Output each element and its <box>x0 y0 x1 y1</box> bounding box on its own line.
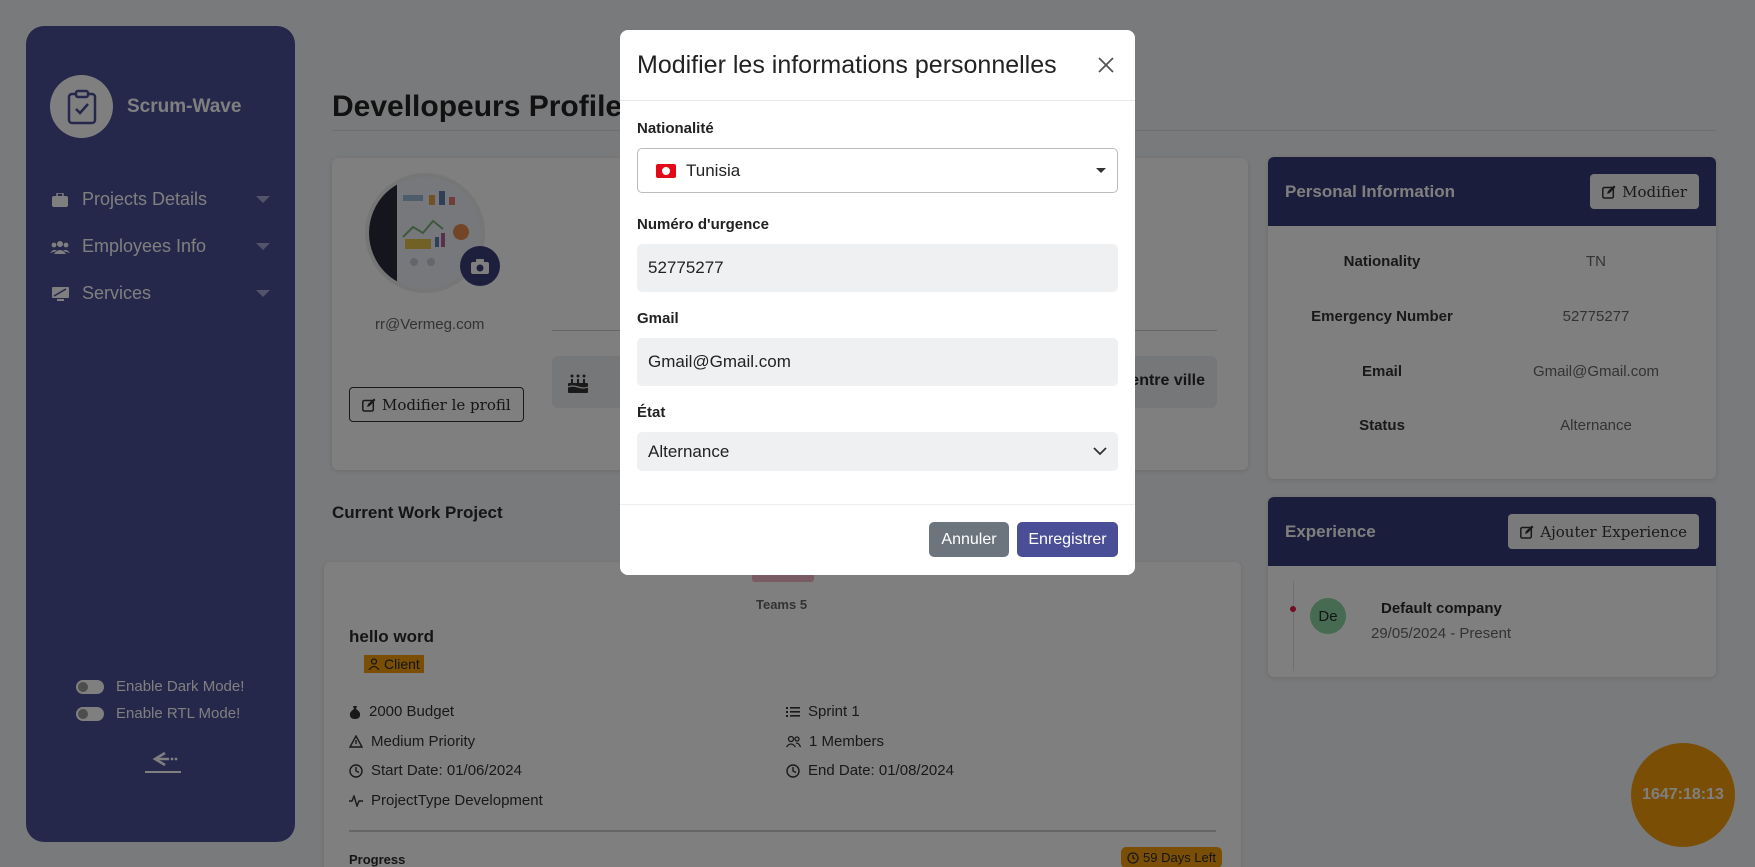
emergency-number-input[interactable]: 52775277 <box>637 244 1118 292</box>
gmail-label: Gmail <box>637 310 679 327</box>
emergency-label: Numéro d'urgence <box>637 216 769 233</box>
nationality-label: Nationalité <box>637 120 714 137</box>
save-button[interactable]: Enregistrer <box>1017 522 1118 557</box>
modal-header: Modifier les informations personnelles <box>620 30 1135 101</box>
modal-footer: Annuler Enregistrer <box>620 504 1135 575</box>
edit-personal-info-modal: Modifier les informations personnelles N… <box>620 30 1135 575</box>
gmail-input[interactable]: Gmail@Gmail.com <box>637 338 1118 386</box>
chevron-down-icon <box>1093 447 1107 456</box>
gmail-value: Gmail@Gmail.com <box>648 352 791 371</box>
emergency-value: 52775277 <box>648 258 724 277</box>
close-icon[interactable] <box>1094 53 1118 77</box>
nationality-select[interactable]: Tunisia <box>637 148 1118 193</box>
nationality-value: Tunisia <box>686 160 741 180</box>
state-select[interactable]: Alternance <box>637 432 1118 471</box>
chevron-down-icon <box>1096 168 1106 173</box>
tunisia-flag-icon <box>656 163 676 178</box>
state-value: Alternance <box>648 441 730 461</box>
state-label: État <box>637 404 666 421</box>
modal-title: Modifier les informations personnelles <box>637 50 1057 79</box>
cancel-button[interactable]: Annuler <box>929 522 1009 557</box>
